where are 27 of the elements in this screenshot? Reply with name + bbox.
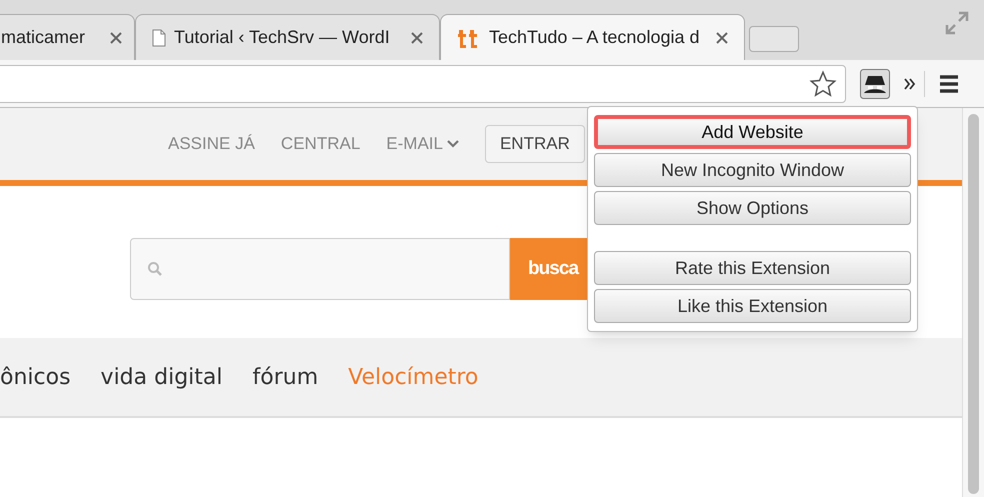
overflow-icon[interactable] — [904, 78, 916, 90]
nav-link[interactable]: ônicos — [0, 360, 71, 394]
close-icon[interactable] — [411, 32, 423, 44]
nav-link[interactable]: vida digital — [100, 360, 222, 394]
tab-title: maticamer — [1, 26, 86, 49]
browser-tab[interactable]: TechTudo – A tecnologia d — [440, 14, 745, 60]
search-field[interactable] — [130, 238, 510, 300]
menu-button[interactable]: Add Website — [594, 115, 911, 149]
menu-button[interactable]: New Incognito Window — [594, 153, 911, 187]
menu-button[interactable]: Like this Extension — [594, 289, 911, 323]
menu-icon[interactable] — [939, 74, 959, 94]
menu-button[interactable]: Rate this Extension — [594, 251, 911, 285]
scrollbar[interactable] — [962, 108, 984, 497]
incognito-icon[interactable] — [860, 68, 890, 98]
tab-title: TechTudo – A tecnologia d — [489, 26, 700, 49]
close-icon[interactable] — [110, 32, 122, 44]
search-icon — [147, 261, 163, 277]
star-icon[interactable] — [809, 70, 837, 98]
browser-tab[interactable]: Tutorial ‹ TechSrv — WordI — [135, 14, 440, 60]
tab-title: Tutorial ‹ TechSrv — WordI — [174, 26, 391, 49]
menu-button[interactable]: Show Options — [594, 191, 911, 225]
chevron-icon — [446, 139, 459, 149]
nav-link[interactable]: fórum — [252, 360, 318, 394]
close-icon[interactable] — [716, 32, 728, 44]
login-button[interactable]: ENTRAR — [484, 125, 585, 163]
browser-tab[interactable]: maticamer — [0, 14, 135, 60]
page-icon — [152, 28, 166, 46]
